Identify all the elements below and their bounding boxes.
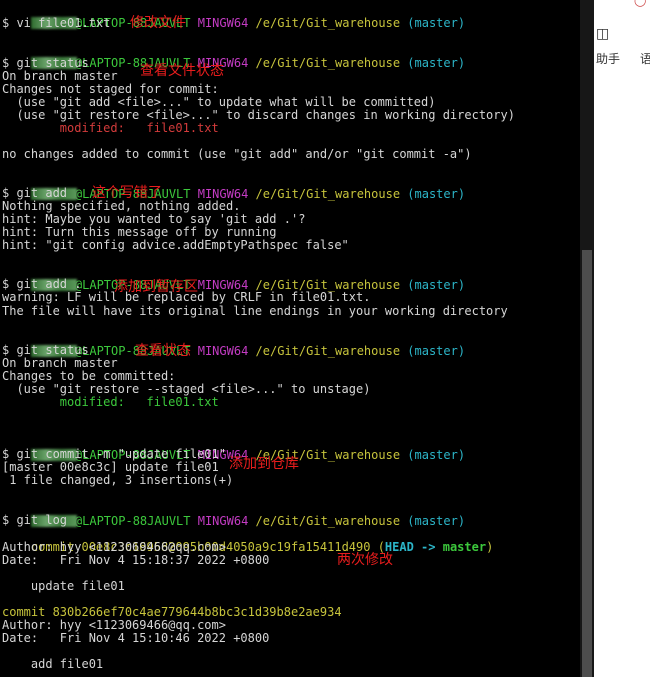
prompt-line: @LAPTOP-88JAUVLT MINGW64 /e/Git/Git_ware… <box>2 434 465 462</box>
prompt-line: @LAPTOP-88JAUVLT MINGW64 /e/Git/Git_ware… <box>2 330 465 358</box>
annotation-check-status: 查看文件状态 <box>140 63 224 79</box>
output-line: 1 file changed, 3 insertions(+) <box>2 473 234 487</box>
commit-line: commit 00e8c3c169582095b00d4050a9c19fa15… <box>30 540 494 554</box>
staged-file-line: modified: file01.txt <box>2 395 219 409</box>
author-line: Author: hyy <1123069466@qq.com> <box>2 618 226 632</box>
background-app-panel: ◯ ◫ 助手 语 <box>594 0 650 677</box>
annotation-mistake: 这个写错了 <box>92 185 162 201</box>
author-line: Author: hyy <1123069466@qq.com> <box>2 540 226 554</box>
annotation-add-stage: 添加到暂存区 <box>114 279 198 295</box>
prompt-shell: MINGW64 <box>197 16 249 30</box>
command-line: $ git add . <box>2 277 82 291</box>
prompt-line: @LAPTOP-88JAUVLT MINGW64 /e/Git/Git_ware… <box>2 500 465 528</box>
output-line: On branch master <box>2 356 118 370</box>
terminal-window[interactable]: @LAPTOP-88JAUVLT MINGW64 /e/Git/Git_ware… <box>0 0 580 677</box>
commit-line: commit 830b266ef70c4ae779644b8bc3c1d39b8… <box>2 605 342 619</box>
output-line: (use "git add <file>..." to update what … <box>2 95 436 109</box>
prompt-branch: (master) <box>407 16 466 30</box>
hint-line: hint: "git config advice.addEmptyPathspe… <box>2 238 349 252</box>
annotation-edit-file: 修改文件 <box>130 15 186 31</box>
scrollbar-thumb[interactable] <box>582 250 592 677</box>
annotation-add-repo: 添加到仓库 <box>229 456 299 472</box>
language-label[interactable]: 语 <box>640 50 650 67</box>
date-line: Date: Fri Nov 4 15:18:37 2022 +0800 <box>2 553 270 567</box>
annotation-two-changes: 两次修改 <box>337 552 393 568</box>
date-line: Date: Fri Nov 4 15:10:46 2022 +0800 <box>2 631 270 645</box>
output-line: Changes to be committed: <box>2 369 176 383</box>
prompt-line: @LAPTOP-88JAUVLT MINGW64 /e/Git/Git_ware… <box>2 2 465 30</box>
partial-icon: ◯ <box>634 0 647 7</box>
output-line: no changes added to commit (use "git add… <box>2 147 472 161</box>
commit-message: add file01 <box>2 657 104 671</box>
output-line: (use "git restore --staged <file>..." to… <box>2 382 371 396</box>
command-line: $ git status <box>2 343 89 357</box>
output-line: The file will have its original line end… <box>2 304 508 318</box>
command-line: $ git log <box>2 513 68 527</box>
assistant-label[interactable]: 助手 <box>596 50 620 67</box>
commit-message: update file01 <box>2 579 125 593</box>
output-line: Changes not staged for commit: <box>2 82 219 96</box>
prompt-line: @LAPTOP-88JAUVLT MINGW64 /e/Git/Git_ware… <box>2 173 465 201</box>
prompt-path: /e/Git/Git_warehouse <box>255 16 401 30</box>
output-line: On branch master <box>2 69 118 83</box>
annotation-status: 查看状态 <box>135 343 191 359</box>
command-line: $ git add <box>2 186 68 200</box>
prompt-line: @LAPTOP-88JAUVLT MINGW64 /e/Git/Git_ware… <box>2 264 465 292</box>
modified-file-line: modified: file01.txt <box>2 121 219 135</box>
hint-line: hint: Maybe you wanted to say 'git add .… <box>2 212 306 226</box>
command-line: $ git status <box>2 56 89 70</box>
hint-line: hint: Turn this message off by running <box>2 225 277 239</box>
output-line: (use "git restore <file>..." to discard … <box>2 108 515 122</box>
translate-icon[interactable]: ◫ <box>596 26 609 42</box>
command-line: $ vi file01.txt <box>2 16 111 30</box>
output-line: [master 00e8c3c] update file01 <box>2 460 219 474</box>
prompt-line: @LAPTOP-88JAUVLT MINGW64 /e/Git/Git_ware… <box>2 42 465 70</box>
command-line: $ git commit -m "update file01" <box>2 447 226 461</box>
